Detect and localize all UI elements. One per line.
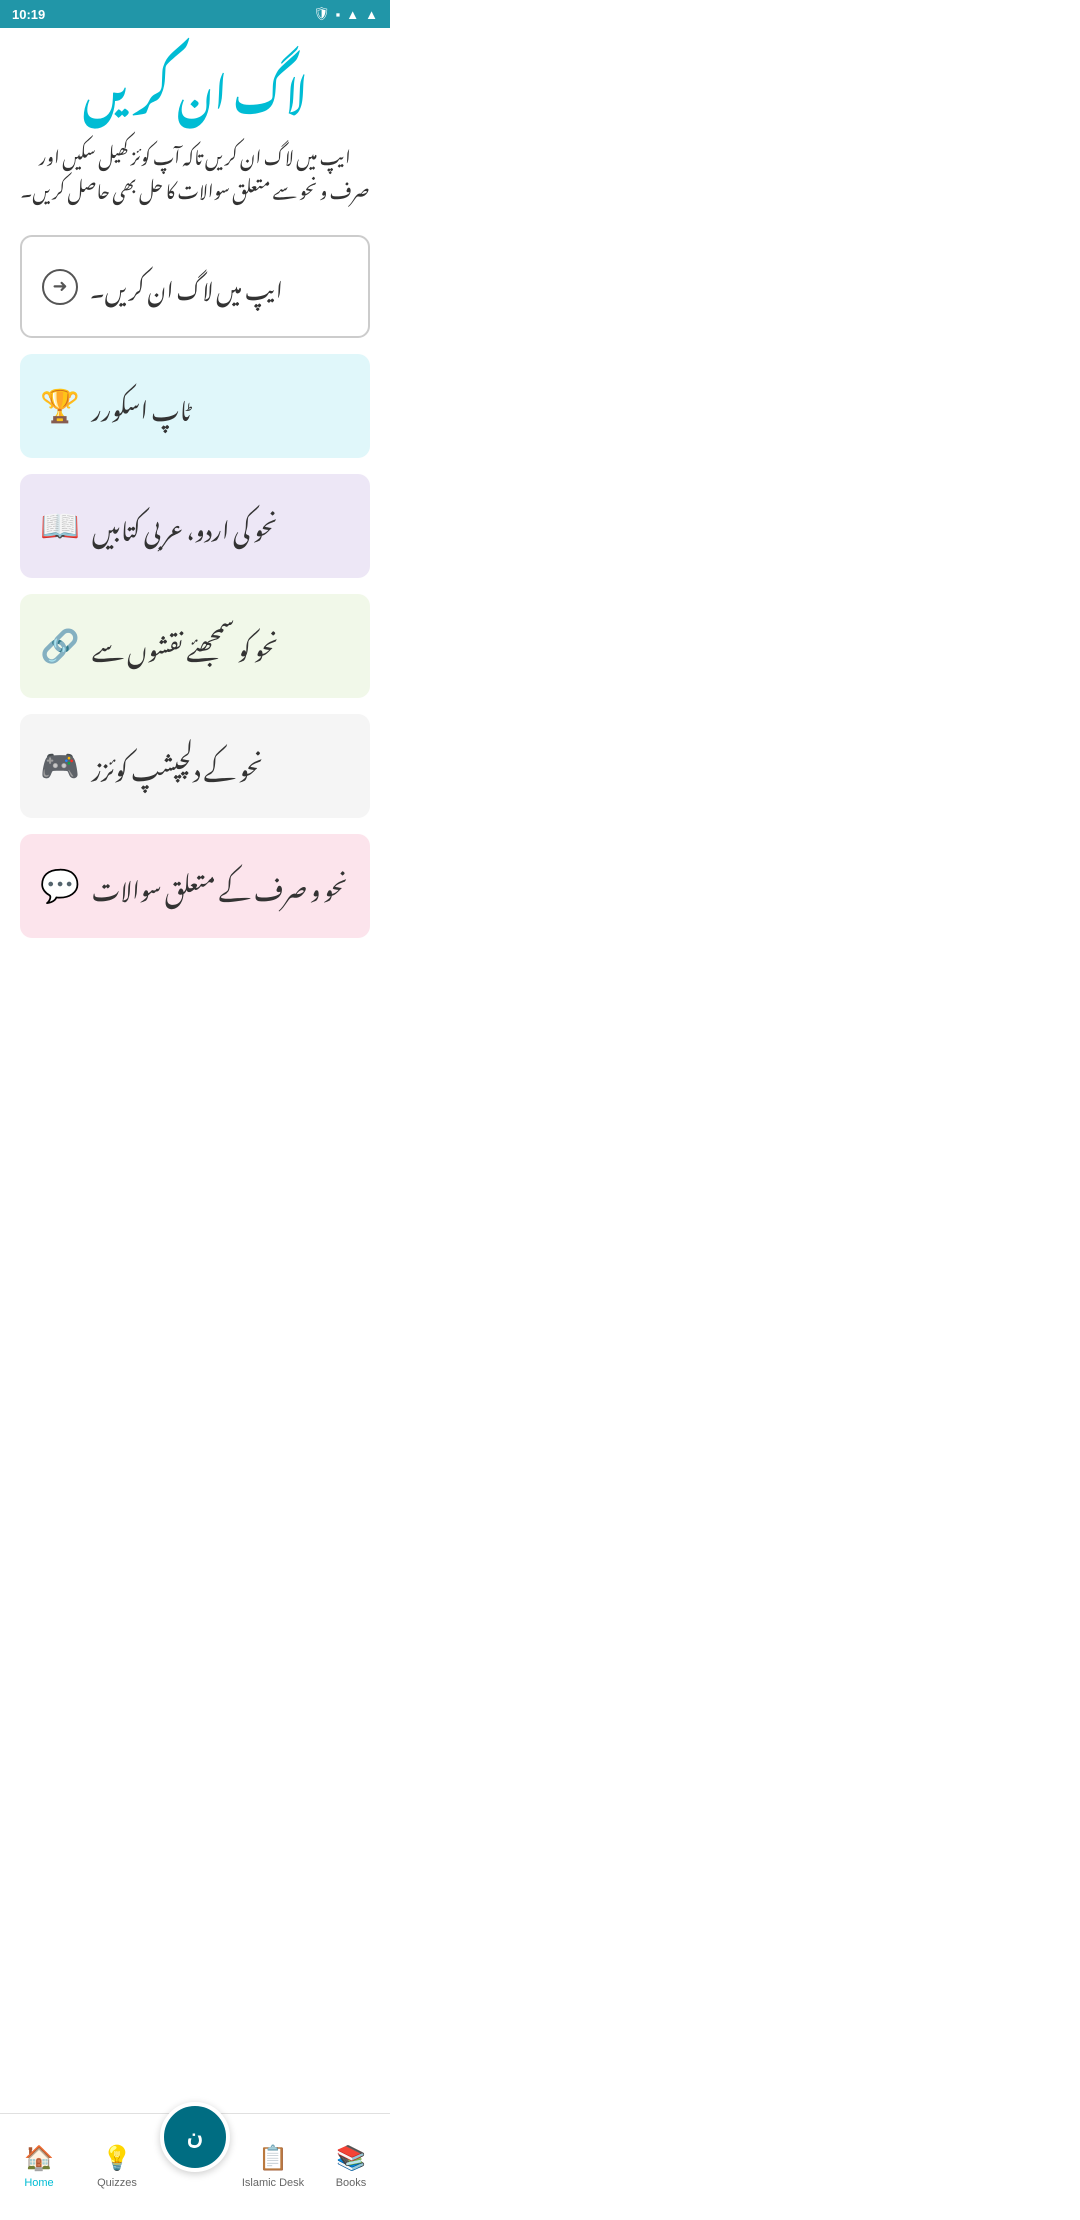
nav-quizzes-label: Quizzes bbox=[97, 2177, 137, 2189]
quizzes-text: نحو کے دلچپشپ کوئزز bbox=[92, 736, 263, 796]
arrow-right-icon: ➜ bbox=[42, 269, 78, 305]
status-bar: 10:19 🛡 ▪ ▲ ▲ bbox=[0, 0, 390, 28]
quiz-icon: 🎮 bbox=[40, 747, 80, 785]
network-icon: 🔗 bbox=[40, 627, 80, 665]
questions-text: نحو و صرف کے متعلق سوالات bbox=[92, 856, 348, 916]
center-nav-circle: ن bbox=[160, 2102, 230, 2172]
main-content: لاگ ان کریں ایپ میں لاگ ان کریں تاکہ آپ … bbox=[0, 28, 390, 1054]
login-button-text: ایپ میں لاگ ان کریں۔ bbox=[90, 259, 283, 314]
status-time: 10:19 bbox=[12, 7, 45, 22]
quizzes-nav-icon: 💡 bbox=[102, 2144, 132, 2173]
books-card[interactable]: نحو کی اردو، عربی کتابیں 📖 bbox=[20, 474, 370, 578]
top-scorer-card[interactable]: ٹاپ اسکورر 🏆 bbox=[20, 354, 370, 458]
home-icon: 🏠 bbox=[24, 2144, 54, 2173]
question-icon: 💬 bbox=[40, 867, 80, 905]
trophy-icon: 🏆 bbox=[40, 387, 80, 425]
top-scorer-text: ٹاپ اسکورر bbox=[92, 376, 191, 436]
status-icons: 🛡 ▪ ▲ ▲ bbox=[313, 6, 378, 22]
center-nav-icon: ن bbox=[187, 2124, 203, 2150]
login-button[interactable]: ایپ میں لاگ ان کریں۔ ➜ bbox=[20, 235, 370, 338]
nav-home[interactable]: 🏠 Home bbox=[0, 2144, 78, 2189]
page-title: لاگ ان کریں bbox=[20, 58, 370, 117]
nav-center-label bbox=[193, 2178, 196, 2190]
shield-icon: 🛡 bbox=[313, 6, 330, 22]
books-text: نحو کی اردو، عربی کتابیں bbox=[92, 496, 278, 556]
nav-home-label: Home bbox=[24, 2177, 53, 2189]
books-nav-icon: 📚 bbox=[336, 2144, 366, 2173]
islamic-desk-icon: 📋 bbox=[258, 2144, 288, 2173]
signal-icon: ▲ bbox=[346, 7, 359, 22]
book-open-icon: 📖 bbox=[40, 507, 80, 545]
nav-books-label: Books bbox=[336, 2177, 367, 2189]
nav-center[interactable]: ن bbox=[156, 2102, 234, 2190]
page-description: ایپ میں لاگ ان کریں تاکہ آپ کوئز کھیل سک… bbox=[20, 137, 370, 205]
questions-card[interactable]: نحو و صرف کے متعلق سوالات 💬 bbox=[20, 834, 370, 938]
nav-quizzes[interactable]: 💡 Quizzes bbox=[78, 2144, 156, 2189]
diagrams-text: نحو کو سمجھئے نقشوں سے bbox=[92, 616, 279, 676]
quizzes-card[interactable]: نحو کے دلچپشپ کوئزز 🎮 bbox=[20, 714, 370, 818]
wifi-icon: ▲ bbox=[365, 7, 378, 22]
battery-icon: ▪ bbox=[336, 7, 341, 22]
nav-books[interactable]: 📚 Books bbox=[312, 2144, 390, 2189]
bottom-nav: 🏠 Home 💡 Quizzes ن 📋 Islamic Desk 📚 Book… bbox=[0, 2113, 390, 2220]
nav-islamic-desk[interactable]: 📋 Islamic Desk bbox=[234, 2144, 312, 2189]
nav-islamic-desk-label: Islamic Desk bbox=[242, 2177, 304, 2189]
diagrams-card[interactable]: نحو کو سمجھئے نقشوں سے 🔗 bbox=[20, 594, 370, 698]
